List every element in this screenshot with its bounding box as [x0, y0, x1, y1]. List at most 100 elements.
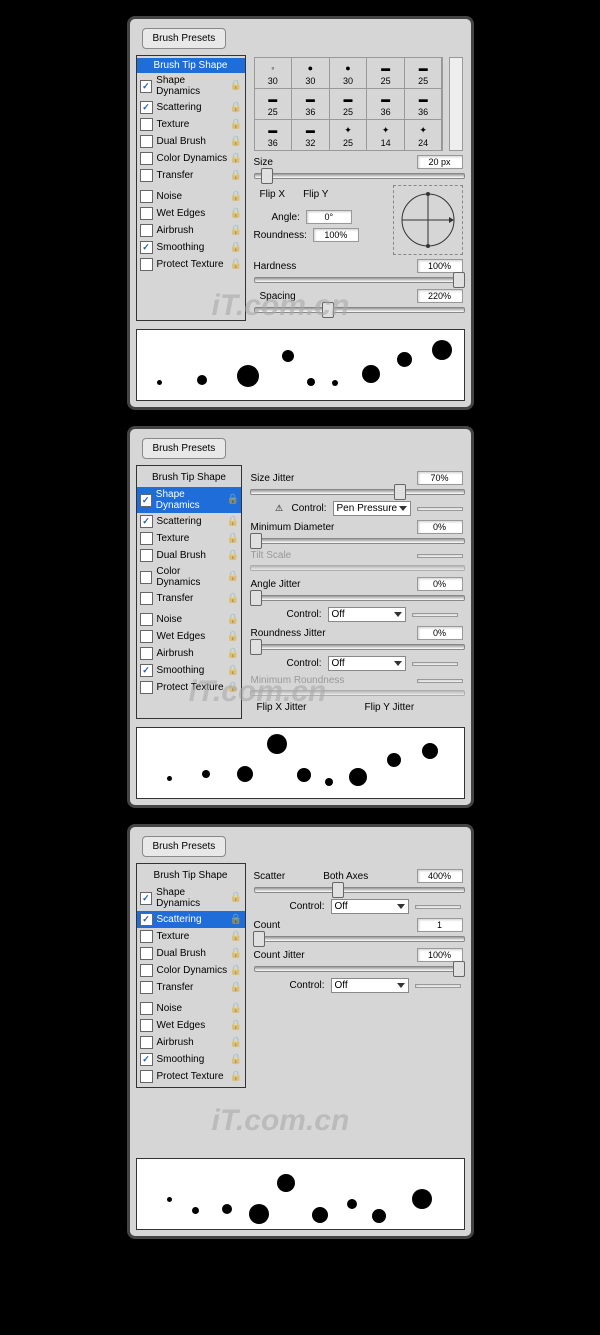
sidebar-item-texture[interactable]: Texture🔒: [137, 530, 242, 547]
sidebar-item-smoothing[interactable]: Smoothing🔒: [137, 1051, 245, 1068]
checkbox[interactable]: [140, 1002, 153, 1015]
sidebar-item-smoothing[interactable]: Smoothing🔒: [137, 239, 245, 256]
count-slider[interactable]: [254, 936, 465, 942]
sidebar-item-scattering[interactable]: Scattering🔒: [137, 99, 245, 116]
sidebar-item-brush-tip-shape[interactable]: Brush Tip Shape: [137, 58, 245, 73]
checkbox[interactable]: [140, 190, 153, 203]
sidebar-item-color-dynamics[interactable]: Color Dynamics🔒: [137, 150, 245, 167]
count-jitter-value[interactable]: 100%: [417, 948, 463, 962]
sidebar-item-airbrush[interactable]: Airbrush🔒: [137, 645, 242, 662]
roundness-value[interactable]: 100%: [313, 228, 359, 242]
roundness-jitter-slider[interactable]: [250, 644, 464, 650]
sidebar-item-shape-dynamics[interactable]: Shape Dynamics🔒: [137, 73, 245, 99]
control-select-1[interactable]: Pen Pressure: [333, 501, 411, 516]
sidebar-item-scattering[interactable]: Scattering🔒: [137, 513, 242, 530]
sidebar-item-noise[interactable]: Noise🔒: [137, 1000, 245, 1017]
checkbox[interactable]: [140, 549, 153, 562]
size-value[interactable]: 20 px: [417, 155, 463, 169]
checkbox[interactable]: [140, 1070, 153, 1083]
checkbox[interactable]: [140, 532, 153, 545]
sidebar-item-protect-texture[interactable]: Protect Texture🔒: [137, 256, 245, 273]
checkbox[interactable]: [140, 258, 153, 271]
sidebar-item-scattering[interactable]: Scattering🔒: [137, 911, 245, 928]
checkbox[interactable]: [140, 224, 153, 237]
sidebar-item-dual-brush[interactable]: Dual Brush🔒: [137, 945, 245, 962]
brush-presets-button[interactable]: Brush Presets: [142, 28, 227, 49]
control-select-3[interactable]: Off: [328, 656, 406, 671]
sidebar-item-shape-dynamics[interactable]: Shape Dynamics🔒: [137, 885, 245, 911]
checkbox[interactable]: [140, 207, 153, 220]
sidebar-item-protect-texture[interactable]: Protect Texture🔒: [137, 679, 242, 696]
checkbox[interactable]: [140, 571, 153, 584]
sidebar-item-smoothing[interactable]: Smoothing🔒: [137, 662, 242, 679]
checkbox[interactable]: [140, 964, 153, 977]
checkbox[interactable]: [140, 613, 153, 626]
angle-jitter-slider[interactable]: [250, 595, 464, 601]
hardness-value[interactable]: 100%: [417, 259, 463, 273]
sidebar-item-brush-tip-shape[interactable]: Brush Tip Shape: [137, 468, 242, 487]
checkbox[interactable]: [140, 1019, 153, 1032]
roundness-jitter-value[interactable]: 0%: [417, 626, 463, 640]
checkbox[interactable]: [140, 913, 153, 926]
spacing-value[interactable]: 220%: [417, 289, 463, 303]
control-select-2[interactable]: Off: [328, 607, 406, 622]
scrollbar[interactable]: [449, 57, 463, 151]
checkbox[interactable]: [140, 135, 153, 148]
sidebar-item-wet-edges[interactable]: Wet Edges🔒: [137, 205, 245, 222]
scatter-slider[interactable]: [254, 887, 465, 893]
checkbox[interactable]: [140, 630, 153, 643]
sidebar-item-wet-edges[interactable]: Wet Edges🔒: [137, 1017, 245, 1034]
sidebar-item-texture[interactable]: Texture🔒: [137, 928, 245, 945]
size-jitter-slider[interactable]: [250, 489, 464, 495]
sidebar-item-color-dynamics[interactable]: Color Dynamics🔒: [137, 962, 245, 979]
sidebar-item-airbrush[interactable]: Airbrush🔒: [137, 1034, 245, 1051]
checkbox[interactable]: [140, 592, 153, 605]
brush-presets-button[interactable]: Brush Presets: [142, 438, 227, 459]
angle-jitter-value[interactable]: 0%: [417, 577, 463, 591]
sidebar-item-brush-tip-shape[interactable]: Brush Tip Shape: [137, 866, 245, 885]
min-diameter-slider[interactable]: [250, 538, 464, 544]
control-select-2[interactable]: Off: [331, 978, 409, 993]
size-jitter-value[interactable]: 70%: [417, 471, 463, 485]
checkbox[interactable]: [140, 241, 153, 254]
sidebar-item-texture[interactable]: Texture🔒: [137, 116, 245, 133]
checkbox[interactable]: [140, 80, 153, 93]
angle-value[interactable]: 0°: [306, 210, 352, 224]
checkbox[interactable]: [140, 515, 153, 528]
sidebar-item-transfer[interactable]: Transfer🔒: [137, 590, 242, 607]
checkbox[interactable]: [140, 892, 153, 905]
checkbox[interactable]: [140, 647, 153, 660]
sidebar-item-transfer[interactable]: Transfer🔒: [137, 167, 245, 184]
checkbox[interactable]: [140, 981, 153, 994]
sidebar-item-shape-dynamics[interactable]: Shape Dynamics🔒: [137, 487, 242, 513]
checkbox[interactable]: [140, 1053, 153, 1066]
brush-thumbnails[interactable]: ◦30 ●30 ●30 ▬25 ▬25 ▬25 ▬36 ▬25 ▬36 ▬36 …: [254, 57, 443, 151]
checkbox[interactable]: [140, 930, 153, 943]
sidebar-item-dual-brush[interactable]: Dual Brush🔒: [137, 547, 242, 564]
min-diameter-value[interactable]: 0%: [417, 520, 463, 534]
checkbox[interactable]: [140, 101, 153, 114]
checkbox[interactable]: [140, 169, 153, 182]
count-value[interactable]: 1: [417, 918, 463, 932]
checkbox[interactable]: [140, 947, 153, 960]
sidebar-item-wet-edges[interactable]: Wet Edges🔒: [137, 628, 242, 645]
sidebar-item-noise[interactable]: Noise🔒: [137, 188, 245, 205]
sidebar-item-airbrush[interactable]: Airbrush🔒: [137, 222, 245, 239]
size-slider[interactable]: [254, 173, 465, 179]
checkbox[interactable]: [140, 664, 153, 677]
checkbox[interactable]: [140, 118, 153, 131]
hardness-slider[interactable]: [254, 277, 465, 283]
control-select-1[interactable]: Off: [331, 899, 409, 914]
spacing-slider[interactable]: [254, 307, 465, 313]
sidebar-item-color-dynamics[interactable]: Color Dynamics🔒: [137, 564, 242, 590]
sidebar-item-dual-brush[interactable]: Dual Brush🔒: [137, 133, 245, 150]
checkbox[interactable]: [140, 152, 153, 165]
checkbox[interactable]: [140, 1036, 153, 1049]
brush-presets-button[interactable]: Brush Presets: [142, 836, 227, 857]
sidebar-item-noise[interactable]: Noise🔒: [137, 611, 242, 628]
sidebar-item-transfer[interactable]: Transfer🔒: [137, 979, 245, 996]
checkbox[interactable]: [140, 494, 152, 507]
scatter-value[interactable]: 400%: [417, 869, 463, 883]
count-jitter-slider[interactable]: [254, 966, 465, 972]
angle-wheel[interactable]: [393, 185, 463, 255]
